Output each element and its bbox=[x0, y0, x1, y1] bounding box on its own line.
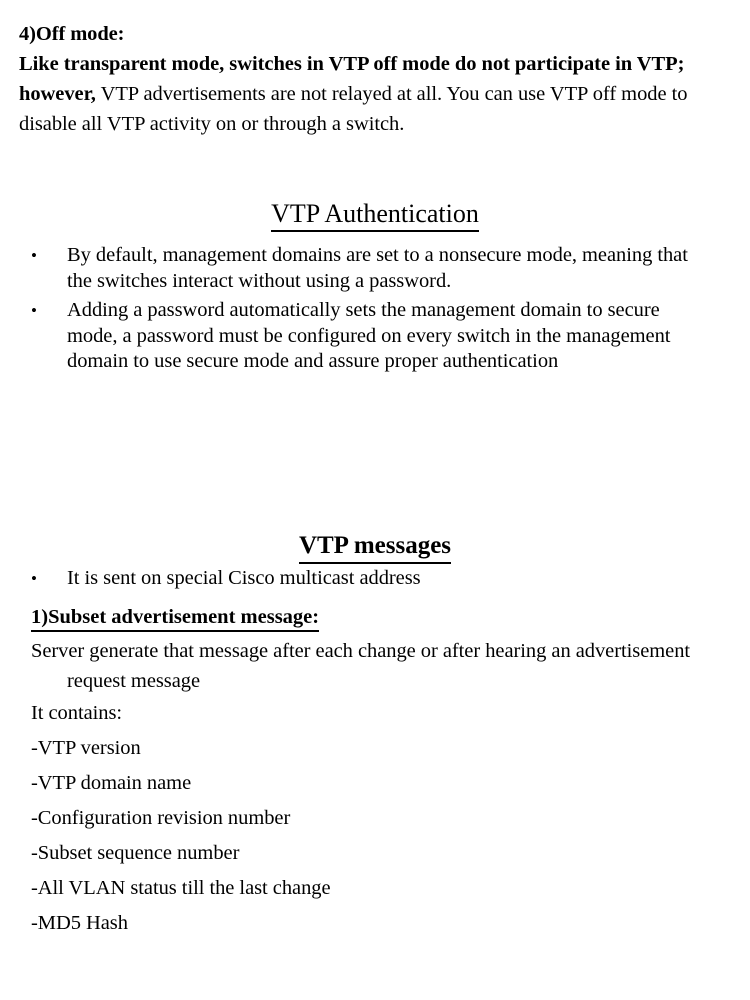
authentication-bullet-list: By default, management domains are set t… bbox=[0, 243, 750, 379]
list-item: -All VLAN status till the last change bbox=[31, 877, 331, 899]
vtp-messages-heading: VTP messages bbox=[0, 531, 750, 564]
vtp-authentication-heading-text: VTP Authentication bbox=[271, 199, 479, 232]
document-page: 4)Off mode: Like transparent mode, switc… bbox=[0, 0, 750, 1000]
contains-label: It contains: bbox=[31, 702, 123, 724]
vtp-messages-heading-text: VTP messages bbox=[298, 531, 452, 564]
list-item: Adding a password automatically sets the… bbox=[0, 298, 750, 375]
off-mode-section: 4)Off mode: Like transparent mode, switc… bbox=[19, 19, 733, 139]
contains-list: It contains: -VTP version -VTP domain na… bbox=[31, 696, 631, 941]
messages-bullet-list: It is sent on special Cisco multicast ad… bbox=[0, 566, 750, 596]
list-item: It is sent on special Cisco multicast ad… bbox=[0, 566, 750, 592]
vtp-authentication-heading: VTP Authentication bbox=[0, 199, 750, 232]
list-item: -Configuration revision number bbox=[31, 807, 291, 829]
list-item: -VTP domain name bbox=[31, 772, 192, 794]
list-item: -Subset sequence number bbox=[31, 842, 240, 864]
subset-advertisement-subheading: 1)Subset advertisement message: bbox=[31, 604, 320, 632]
list-item: -MD5 Hash bbox=[31, 912, 128, 934]
off-mode-paragraph: Like transparent mode, switches in VTP o… bbox=[19, 49, 733, 139]
list-item: By default, management domains are set t… bbox=[0, 243, 750, 294]
off-mode-body-text: VTP advertisements are not relayed at al… bbox=[19, 83, 688, 135]
subset-advertisement-subheading-text: 1)Subset advertisement message: bbox=[31, 604, 320, 632]
server-generate-paragraph: Server generate that message after each … bbox=[31, 640, 691, 692]
off-mode-title: 4)Off mode: bbox=[19, 23, 125, 45]
list-item: -VTP version bbox=[31, 737, 141, 759]
